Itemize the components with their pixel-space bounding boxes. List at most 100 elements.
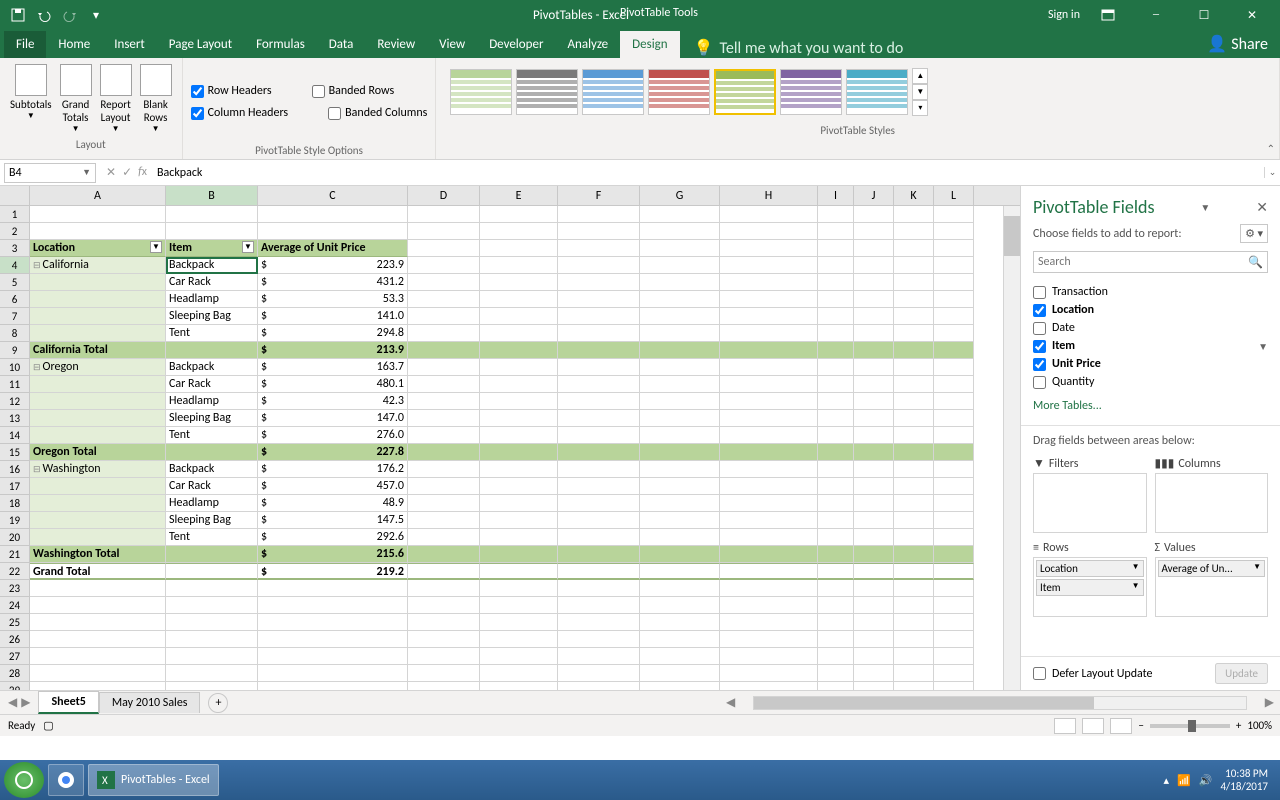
cell[interactable] bbox=[934, 376, 974, 393]
cell[interactable] bbox=[720, 580, 818, 597]
cell[interactable] bbox=[894, 461, 934, 478]
cell[interactable] bbox=[408, 410, 480, 427]
chevron-down-icon[interactable]: ▼ bbox=[1132, 562, 1140, 575]
row-header[interactable]: 21 bbox=[0, 546, 30, 563]
style-swatch[interactable] bbox=[450, 69, 512, 115]
cell[interactable] bbox=[30, 291, 166, 308]
cell[interactable] bbox=[854, 240, 894, 257]
cell[interactable] bbox=[558, 376, 640, 393]
cell[interactable] bbox=[166, 206, 258, 223]
cell[interactable]: 227.8 bbox=[258, 444, 408, 461]
cell[interactable] bbox=[854, 325, 894, 342]
cell[interactable] bbox=[720, 393, 818, 410]
cell[interactable]: Location▼ bbox=[30, 240, 166, 257]
cell[interactable] bbox=[166, 648, 258, 665]
cell[interactable] bbox=[934, 342, 974, 359]
cell[interactable] bbox=[854, 393, 894, 410]
cell[interactable] bbox=[480, 291, 558, 308]
cell[interactable] bbox=[640, 665, 720, 682]
cell[interactable] bbox=[408, 529, 480, 546]
row-header[interactable]: 12 bbox=[0, 393, 30, 410]
cell[interactable]: 215.6 bbox=[258, 546, 408, 563]
cell[interactable] bbox=[640, 563, 720, 580]
cell[interactable] bbox=[558, 529, 640, 546]
cell[interactable] bbox=[934, 495, 974, 512]
cell[interactable] bbox=[934, 563, 974, 580]
cell[interactable] bbox=[558, 342, 640, 359]
cell[interactable] bbox=[258, 648, 408, 665]
minimize-icon[interactable]: ─ bbox=[1136, 0, 1176, 30]
row-header[interactable]: 14 bbox=[0, 427, 30, 444]
cell[interactable] bbox=[720, 257, 818, 274]
area-tag[interactable]: Average of Un...▼ bbox=[1158, 560, 1266, 577]
collapse-icon[interactable]: ⊟ bbox=[33, 464, 41, 475]
cell[interactable] bbox=[258, 223, 408, 240]
sheet-scroll-left-icon[interactable]: ◀ bbox=[720, 695, 741, 710]
filter-dropdown-icon[interactable]: ▼ bbox=[150, 241, 162, 253]
filters-area[interactable]: ▼Filters bbox=[1033, 456, 1147, 533]
close-pane-icon[interactable]: ✕ bbox=[1256, 199, 1268, 216]
cell[interactable] bbox=[818, 257, 854, 274]
tab-review[interactable]: Review bbox=[365, 31, 427, 58]
tab-file[interactable]: File bbox=[4, 31, 46, 58]
cell[interactable]: Car Rack bbox=[166, 274, 258, 291]
cell[interactable] bbox=[480, 325, 558, 342]
cell[interactable] bbox=[818, 308, 854, 325]
column-header[interactable]: K bbox=[894, 186, 934, 205]
cell[interactable] bbox=[720, 410, 818, 427]
banded-rows-checkbox[interactable]: Banded Rows bbox=[312, 84, 395, 98]
cell[interactable] bbox=[480, 308, 558, 325]
cell[interactable]: 163.7 bbox=[258, 359, 408, 376]
cell[interactable] bbox=[30, 682, 166, 690]
cell[interactable] bbox=[30, 631, 166, 648]
cell[interactable]: Headlamp bbox=[166, 393, 258, 410]
banded-columns-checkbox[interactable]: Banded Columns bbox=[328, 106, 427, 120]
page-break-view-icon[interactable] bbox=[1110, 718, 1132, 734]
cell[interactable] bbox=[854, 342, 894, 359]
taskbar-excel[interactable]: X PivotTables - Excel bbox=[88, 764, 219, 796]
cell[interactable] bbox=[30, 495, 166, 512]
cell[interactable] bbox=[720, 682, 818, 690]
cell[interactable]: 176.2 bbox=[258, 461, 408, 478]
cell[interactable] bbox=[720, 359, 818, 376]
clock-time[interactable]: 10:38 PM bbox=[1220, 767, 1268, 780]
row-header[interactable]: 23 bbox=[0, 580, 30, 597]
cell[interactable]: Backpack bbox=[166, 359, 258, 376]
cell[interactable] bbox=[854, 546, 894, 563]
tab-analyze[interactable]: Analyze bbox=[555, 31, 620, 58]
cell[interactable] bbox=[480, 512, 558, 529]
cell[interactable] bbox=[894, 274, 934, 291]
cell[interactable] bbox=[854, 376, 894, 393]
cell[interactable] bbox=[480, 223, 558, 240]
cell[interactable] bbox=[854, 427, 894, 444]
cell[interactable]: 457.0 bbox=[258, 478, 408, 495]
cell[interactable] bbox=[894, 495, 934, 512]
cell[interactable] bbox=[854, 495, 894, 512]
cell[interactable]: Average of Unit Price bbox=[258, 240, 408, 257]
cell[interactable] bbox=[558, 682, 640, 690]
update-button[interactable]: Update bbox=[1215, 663, 1268, 684]
cell[interactable] bbox=[720, 308, 818, 325]
cell[interactable] bbox=[894, 359, 934, 376]
cell[interactable] bbox=[558, 495, 640, 512]
values-area[interactable]: ΣValues Average of Un...▼ bbox=[1155, 541, 1269, 617]
cell[interactable] bbox=[258, 631, 408, 648]
share-button[interactable]: 👤 Share bbox=[1195, 30, 1280, 58]
cell[interactable]: 276.0 bbox=[258, 427, 408, 444]
cell[interactable] bbox=[408, 359, 480, 376]
cell[interactable] bbox=[818, 648, 854, 665]
cell[interactable] bbox=[720, 648, 818, 665]
cell[interactable] bbox=[720, 291, 818, 308]
vertical-scrollbar[interactable] bbox=[1003, 206, 1020, 690]
cell[interactable] bbox=[720, 223, 818, 240]
cell[interactable] bbox=[854, 359, 894, 376]
cell[interactable] bbox=[408, 240, 480, 257]
row-header[interactable]: 7 bbox=[0, 308, 30, 325]
cell[interactable] bbox=[818, 580, 854, 597]
cell[interactable] bbox=[30, 478, 166, 495]
cell[interactable] bbox=[640, 291, 720, 308]
cell[interactable]: Car Rack bbox=[166, 478, 258, 495]
cell[interactable] bbox=[640, 359, 720, 376]
cell[interactable] bbox=[408, 444, 480, 461]
cell[interactable] bbox=[640, 580, 720, 597]
